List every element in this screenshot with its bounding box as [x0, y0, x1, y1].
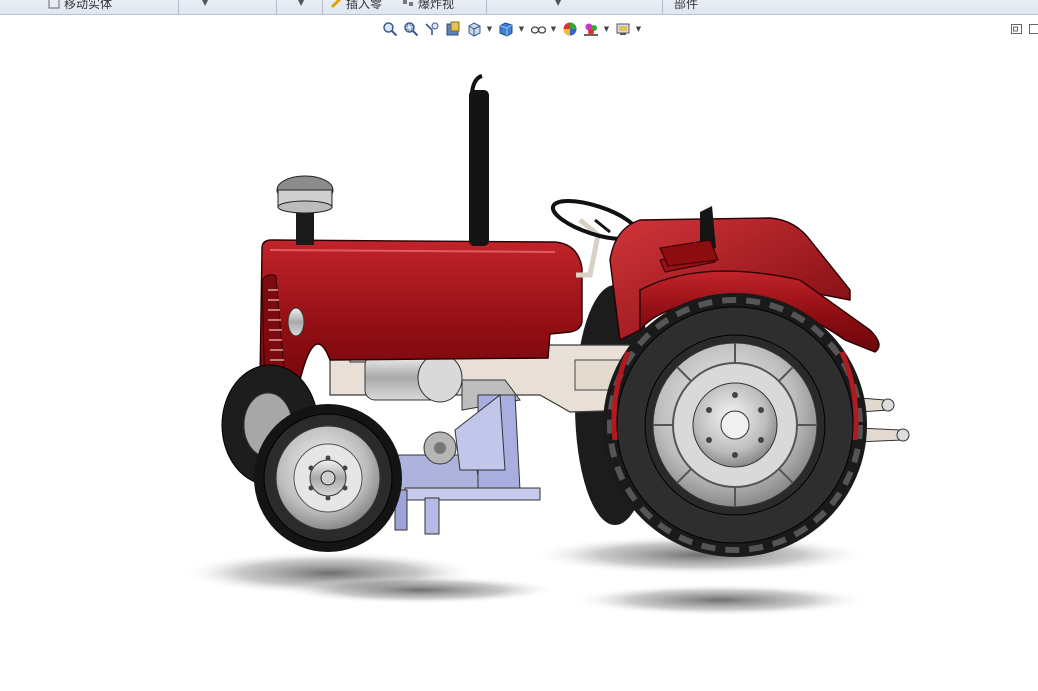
previous-view-icon	[424, 22, 438, 35]
section-view-button[interactable]	[443, 19, 462, 39]
exploded-view-label: 爆炸视	[418, 0, 455, 11]
apply-scene-dropdown[interactable]: ▼	[602, 19, 611, 39]
move-component-icon	[48, 0, 60, 9]
display-style-button[interactable]	[496, 19, 515, 39]
display-style-icon	[499, 22, 512, 37]
display-style-dropdown[interactable]: ▼	[517, 19, 526, 39]
hide-show-items-dropdown[interactable]: ▼	[549, 19, 558, 39]
toolbar-separator	[276, 0, 277, 14]
parts-tab[interactable]: 部件	[674, 0, 698, 12]
exploded-view-icon	[403, 0, 413, 6]
hide-show-items-button[interactable]	[528, 19, 547, 39]
move-component-button[interactable]: 移动实体	[48, 0, 112, 12]
edit-appearance-button[interactable]	[560, 19, 579, 39]
toolbar-separator	[662, 0, 663, 14]
air-cleaner	[276, 175, 334, 245]
exploded-view-button[interactable]: 爆炸视	[402, 0, 454, 12]
view-orientation-dropdown[interactable]: ▼	[485, 19, 494, 39]
view-settings-button[interactable]	[613, 19, 632, 39]
rear-wheel	[603, 293, 867, 557]
zoom-to-fit-icon	[382, 22, 397, 37]
window-maximize-button[interactable]	[1028, 21, 1038, 35]
edit-appearance-icon	[563, 22, 576, 36]
view-orientation-button[interactable]	[464, 19, 483, 39]
apply-scene-icon	[583, 23, 598, 36]
insert-part-icon	[330, 0, 342, 9]
toolbar-separator	[322, 0, 323, 14]
exhaust-stack	[469, 74, 489, 246]
zoom-to-area-button[interactable]	[401, 19, 420, 39]
apply-scene-button[interactable]	[581, 19, 600, 39]
restore-window-icon	[1011, 24, 1022, 34]
view-settings-dropdown[interactable]: ▼	[634, 19, 643, 39]
graphics-viewport[interactable]	[0, 40, 1038, 691]
insert-part-button[interactable]: 插入零	[330, 0, 382, 12]
view-settings-icon	[616, 23, 629, 35]
dropdown-arrow-icon[interactable]: ▼	[555, 0, 561, 7]
implement-bracket	[394, 394, 541, 535]
view-orientation-icon	[468, 22, 480, 37]
section-view-icon	[446, 21, 459, 36]
heads-up-view-toolbar: ▼ ▼ ▼ ▼ ▼	[380, 18, 643, 40]
dropdown-arrow-icon[interactable]: ▼	[202, 0, 208, 7]
toolbar-separator	[178, 0, 179, 14]
toolbar-separator	[486, 0, 487, 14]
zoom-to-fit-button[interactable]	[380, 19, 399, 39]
window-restore-button[interactable]	[1010, 21, 1024, 35]
insert-part-label: 插入零	[346, 0, 383, 11]
zoom-to-area-icon	[403, 22, 418, 37]
command-manager-strip: 移动实体 ▼ ▼ 插入零 爆炸视 ▼ 部件	[0, 0, 1038, 15]
front-wheel	[254, 404, 402, 552]
previous-view-button[interactable]	[422, 19, 441, 39]
parts-label: 部件	[674, 0, 699, 11]
maximize-window-icon	[1029, 24, 1038, 34]
hide-show-items-icon	[530, 26, 546, 34]
dropdown-arrow-icon[interactable]: ▼	[298, 0, 304, 7]
move-component-label: 移动实体	[64, 0, 113, 11]
